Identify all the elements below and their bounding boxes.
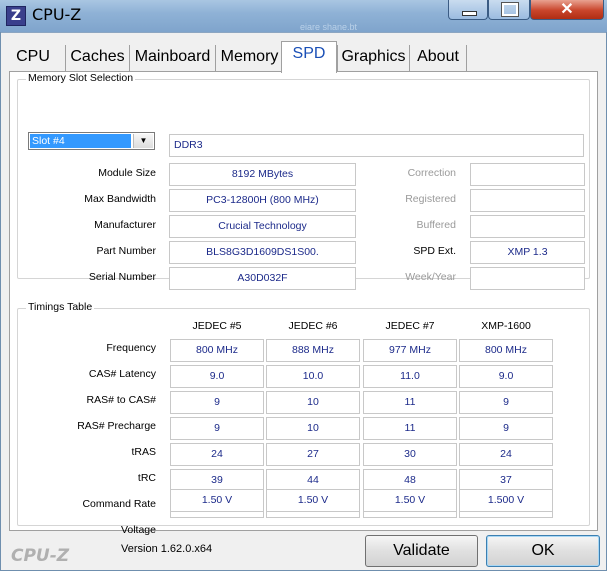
minimize-button[interactable]	[448, 0, 488, 20]
part-number-field: BLS8G3D1609DS1S00.	[169, 241, 356, 264]
timing-cell: 11	[363, 417, 457, 440]
tab-about[interactable]: About	[409, 45, 467, 71]
timing-cell: 1.50 V	[266, 489, 360, 512]
title-bar[interactable]: Z CPU-Z eiare shane.bt ✕	[0, 0, 607, 32]
timings-column-header: JEDEC #5	[192, 320, 242, 332]
slot-dropdown-value: Slot #4	[30, 134, 131, 148]
timings-column-header: JEDEC #6	[288, 320, 338, 332]
timing-row-label: tRAS	[131, 446, 156, 458]
timing-cell: 1.500 V	[459, 489, 553, 512]
timing-cell: 30	[363, 443, 457, 466]
tab-graphics[interactable]: Graphics	[337, 45, 409, 71]
tab-spd[interactable]: SPD	[281, 41, 337, 73]
timing-cell: 27	[266, 443, 360, 466]
window-client-area: CPU Caches Mainboard Memory SPD Graphics…	[1, 32, 606, 570]
max-bandwidth-field: PC3-12800H (800 MHz)	[169, 189, 356, 212]
timing-cell: 9	[459, 391, 553, 414]
timing-cell: 9	[170, 417, 264, 440]
timing-cell: 10	[266, 391, 360, 414]
timing-cell: 10	[266, 417, 360, 440]
manufacturer-field: Crucial Technology	[169, 215, 356, 238]
timings-column-header: XMP-1600	[481, 320, 531, 332]
timing-cell: 800 MHz	[170, 339, 264, 362]
timing-cell: 9	[170, 391, 264, 414]
memory-slot-group-title: Memory Slot Selection	[26, 72, 136, 84]
timing-cell: 24	[170, 443, 264, 466]
timing-cell: 24	[459, 443, 553, 466]
buffered-field	[470, 215, 585, 238]
timing-row-label: CAS# Latency	[88, 368, 156, 380]
timing-row-label: tRC	[137, 472, 156, 484]
week-year-field	[470, 267, 585, 290]
correction-field	[470, 163, 585, 186]
tab-mainboard[interactable]: Mainboard	[129, 45, 215, 71]
correction-label: Correction	[407, 167, 456, 179]
timing-cell: 1.50 V	[363, 489, 457, 512]
timing-cell: 11	[363, 391, 457, 414]
memory-type-field: DDR3	[169, 134, 584, 157]
serial-number-label: Serial Number	[88, 271, 156, 283]
maximize-button[interactable]	[488, 0, 530, 20]
tab-memory[interactable]: Memory	[215, 45, 283, 71]
timing-row-label: RAS# Precharge	[77, 420, 156, 432]
spd-ext-label: SPD Ext.	[413, 245, 456, 257]
tab-caches[interactable]: Caches	[65, 45, 129, 71]
timing-cell: 977 MHz	[363, 339, 457, 362]
timing-cell: 9	[459, 417, 553, 440]
slot-dropdown[interactable]: Slot #4 ▼	[28, 132, 155, 150]
timing-cell: 9.0	[459, 365, 553, 388]
timings-column-header: JEDEC #7	[385, 320, 435, 332]
module-size-label: Module Size	[98, 167, 156, 179]
close-button[interactable]: ✕	[530, 0, 604, 20]
window-title: CPU-Z	[32, 5, 82, 24]
week-year-label: Week/Year	[405, 271, 456, 283]
timing-cell: 9.0	[170, 365, 264, 388]
buffered-label: Buffered	[416, 219, 456, 231]
ok-button[interactable]: OK	[486, 535, 600, 567]
registered-label: Registered	[405, 193, 456, 205]
registered-field	[470, 189, 585, 212]
manufacturer-label: Manufacturer	[94, 219, 156, 231]
tab-cpu[interactable]: CPU	[9, 45, 57, 71]
validate-button[interactable]: Validate	[365, 535, 478, 567]
timing-row-label: Voltage	[120, 524, 156, 536]
timing-cell: 800 MHz	[459, 339, 553, 362]
timing-cell: 10.0	[266, 365, 360, 388]
chevron-down-icon[interactable]: ▼	[133, 134, 153, 148]
spd-ext-field: XMP 1.3	[470, 241, 585, 264]
close-icon: ✕	[560, 1, 574, 18]
timing-cell: 11.0	[363, 365, 457, 388]
serial-number-field: A30D032F	[169, 267, 356, 290]
part-number-label: Part Number	[96, 245, 156, 257]
spd-panel: Memory Slot Selection Slot #4 ▼ DDR3 Mod…	[9, 71, 598, 536]
timing-row-label: RAS# to CAS#	[86, 394, 156, 406]
cpuz-app-icon: Z	[6, 6, 26, 26]
timing-row-label: Frequency	[106, 342, 156, 354]
timing-cell: 1.50 V	[170, 489, 264, 512]
background-window-title: eiare shane.bt	[300, 22, 358, 32]
version-label: Version 1.62.0.x64	[121, 543, 213, 555]
cpuz-logo: CPU-Z	[11, 546, 70, 566]
timings-group-title: Timings Table	[26, 301, 95, 313]
timing-cell: 888 MHz	[266, 339, 360, 362]
max-bandwidth-label: Max Bandwidth	[84, 193, 156, 205]
module-size-field: 8192 MBytes	[169, 163, 356, 186]
timing-row-label: Command Rate	[82, 498, 156, 510]
